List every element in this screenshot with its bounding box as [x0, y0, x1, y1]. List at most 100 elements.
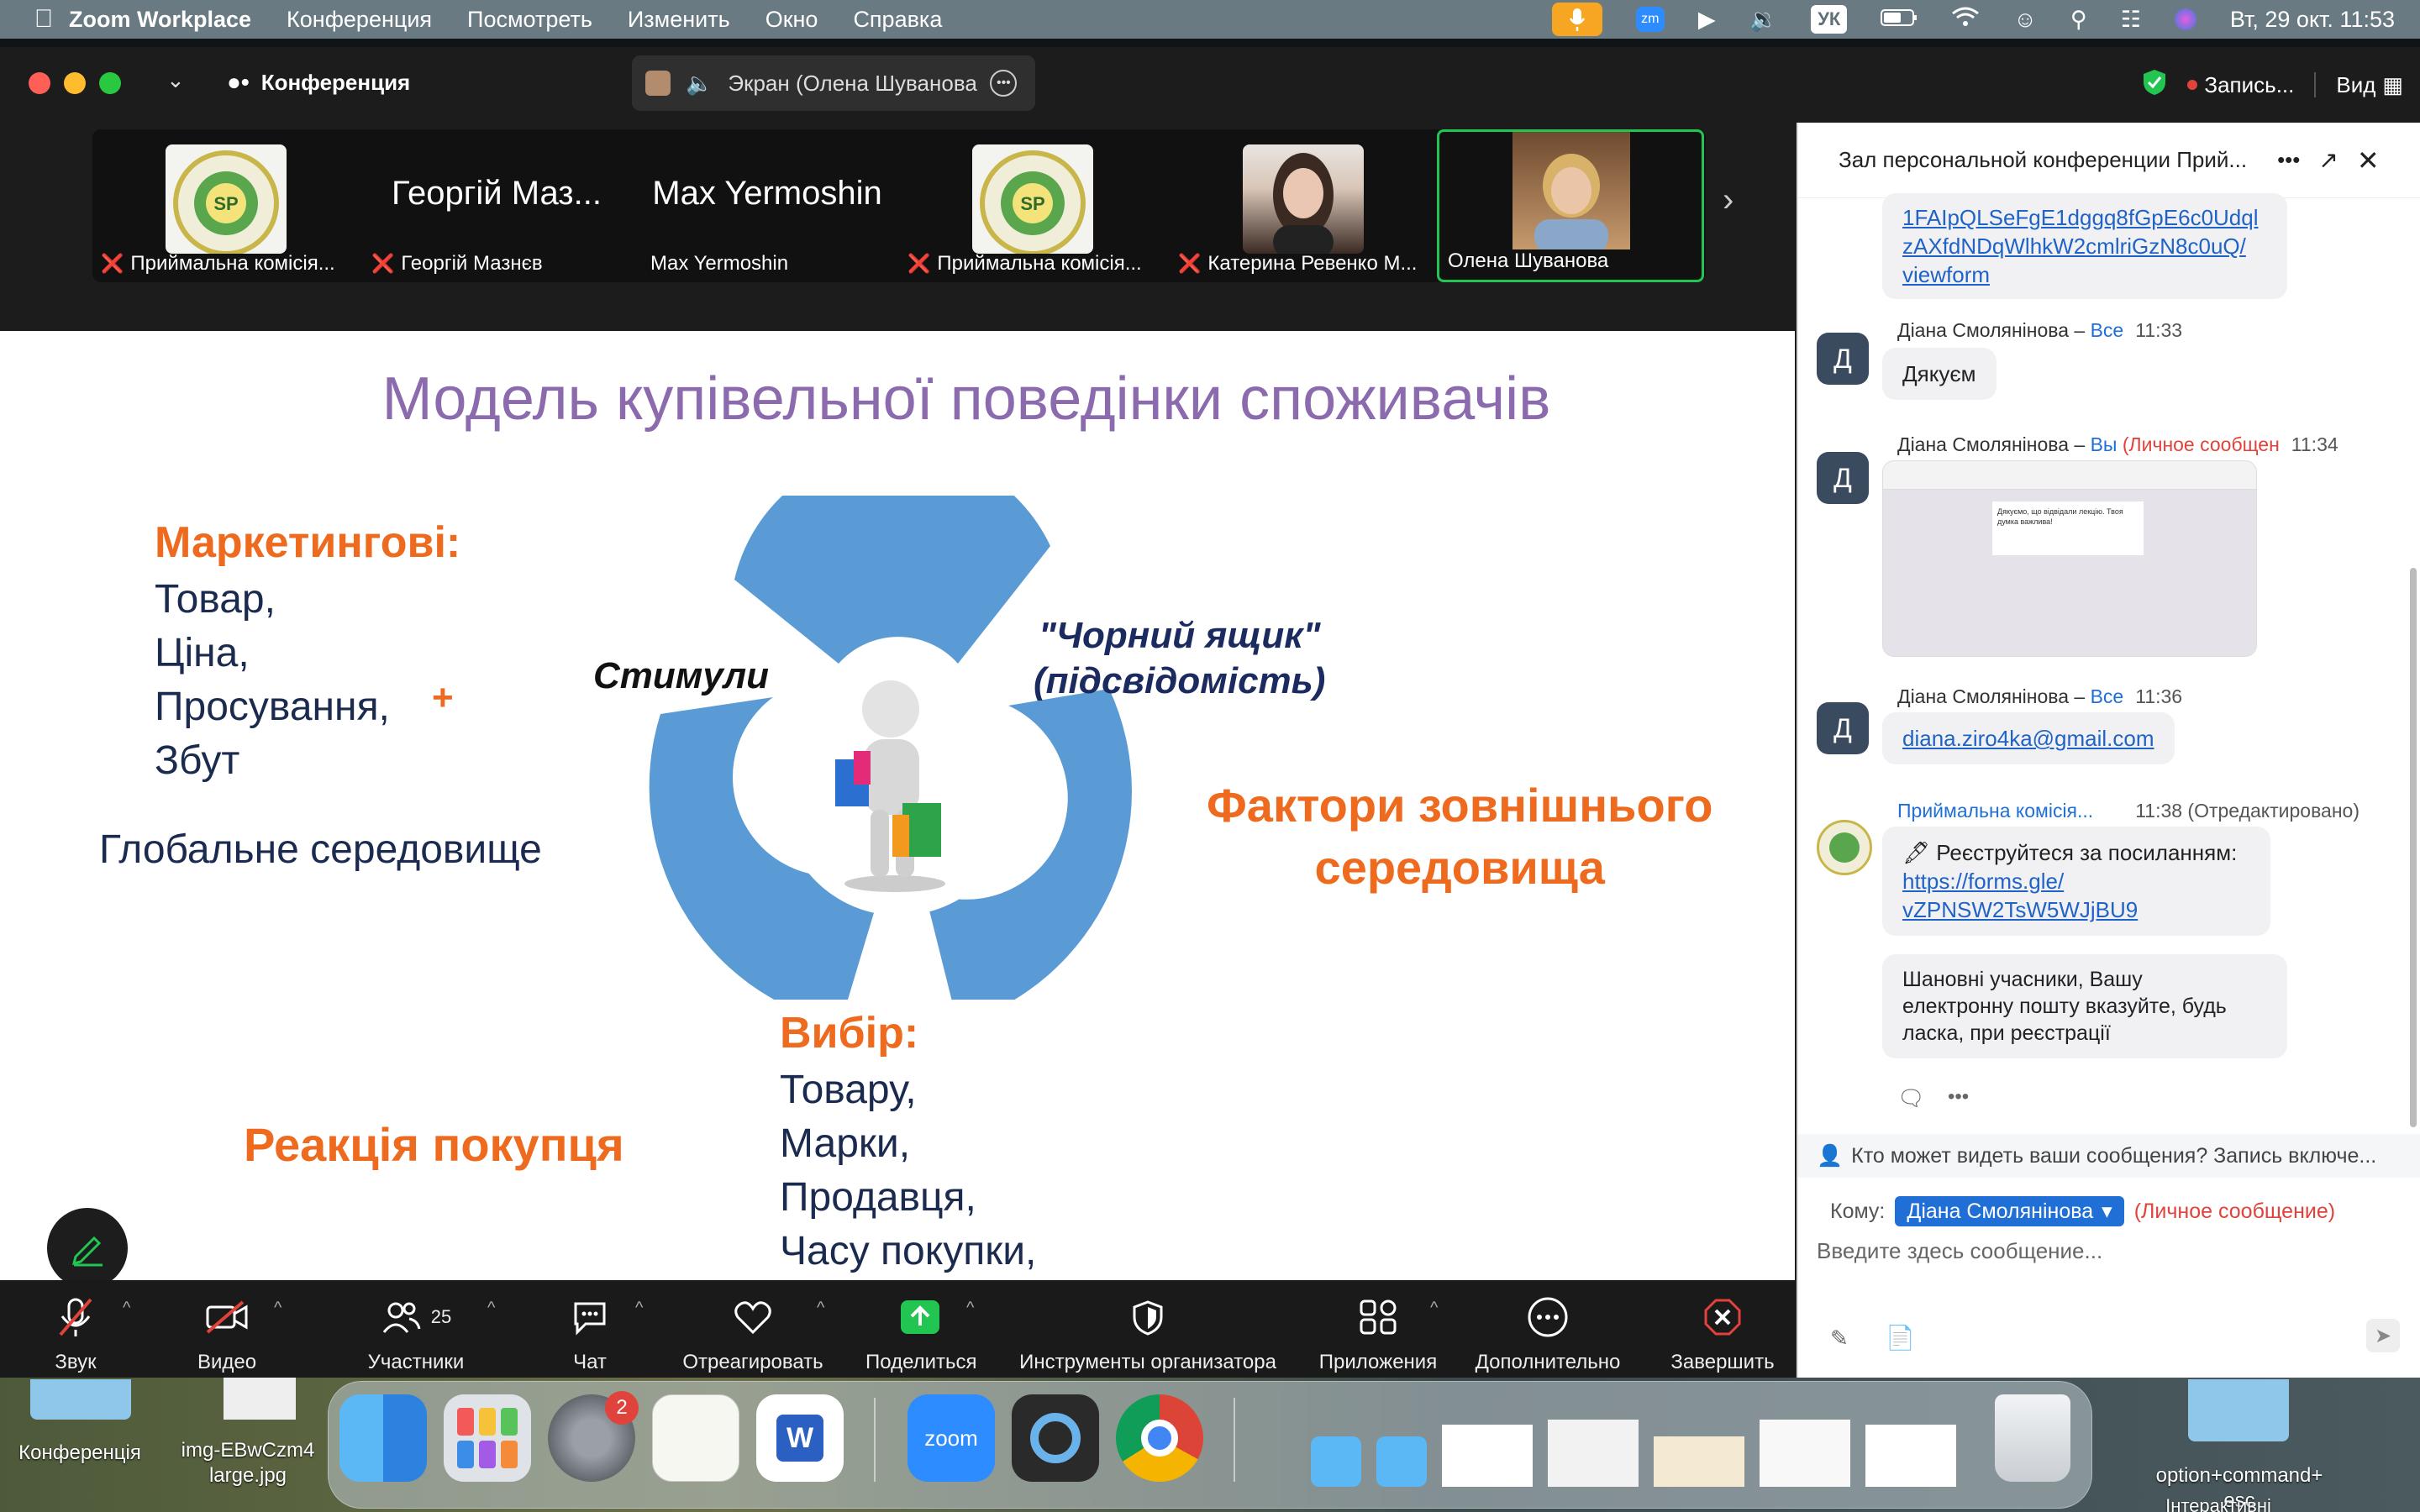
minimized-window[interactable] — [1442, 1425, 1533, 1487]
screen-share-indicator[interactable]: 🔈 Экран (Олена Шуванова ••• — [632, 55, 1035, 111]
video-options-caret[interactable]: ^ — [274, 1299, 281, 1318]
keyboard-layout-indicator[interactable]: УК — [1811, 5, 1848, 34]
participant-tile-active-speaker[interactable]: Олена Шуванова — [1437, 129, 1704, 282]
desktop-file-thumbnail[interactable] — [224, 1378, 296, 1420]
format-text-icon[interactable]: ✎ — [1830, 1326, 1849, 1352]
visibility-notice[interactable]: 👤 Кто может видеть ваши сообщения? Запис… — [1798, 1134, 2420, 1178]
participant-tile[interactable]: Георгій Маз... ❌ Георгій Мазнєв — [363, 129, 630, 282]
host-tools-button[interactable]: Инструменты организатора — [1005, 1295, 1291, 1374]
attach-file-icon[interactable]: 📄 — [1886, 1324, 1915, 1352]
participant-tile[interactable]: Max Yermoshin Max Yermoshin — [634, 129, 901, 282]
mic-status-icon[interactable] — [1551, 3, 1602, 36]
participant-name-text: Приймальна комісія... — [130, 252, 335, 275]
message-more-icon[interactable]: ••• — [1948, 1085, 1969, 1109]
minimized-window[interactable] — [1376, 1436, 1427, 1487]
desktop-folder-icon[interactable] — [2188, 1379, 2289, 1441]
more-options-icon[interactable]: ••• — [990, 70, 1018, 97]
participants-options-caret[interactable]: ^ — [487, 1299, 495, 1318]
play-icon[interactable]: ▶ — [1698, 7, 1716, 33]
gallery-next-arrow[interactable]: › — [1723, 181, 1733, 219]
menu-help[interactable]: Справка — [853, 7, 942, 33]
menu-edit[interactable]: Изменить — [628, 7, 730, 33]
siri-icon[interactable] — [2174, 8, 2196, 30]
desktop-folder-label[interactable]: Конференція — [0, 1441, 160, 1465]
desktop-file-label[interactable]: img-EBwCzm4 large.jpg — [168, 1438, 328, 1488]
view-button[interactable]: Вид ▦ — [2336, 72, 2403, 98]
shield-check-icon[interactable] — [2142, 68, 2167, 102]
desktop-folder-icon[interactable] — [30, 1379, 131, 1420]
close-window-button[interactable] — [29, 72, 50, 94]
chat-options-caret[interactable]: ^ — [635, 1299, 643, 1318]
react-button[interactable]: Отреагировать — [677, 1295, 829, 1374]
send-icon[interactable]: ➤ — [2366, 1319, 2400, 1352]
share-screen-button[interactable]: Поделиться — [865, 1295, 977, 1374]
registration-link[interactable]: https://forms.gle/ — [1902, 867, 2250, 895]
chrome-icon[interactable] — [1116, 1394, 1203, 1482]
audio-button[interactable]: Звук — [34, 1295, 118, 1374]
recipient-dropdown[interactable]: Діана Смолянінова ▾ — [1895, 1196, 2124, 1226]
finder-icon[interactable] — [339, 1394, 427, 1482]
participant-tile[interactable]: SP ❌ Приймальна комісія... — [92, 129, 360, 282]
word-icon[interactable]: W — [756, 1394, 844, 1482]
popout-icon[interactable]: ↗ — [2318, 146, 2338, 174]
maximize-window-button[interactable] — [99, 72, 121, 94]
minimized-window[interactable] — [1311, 1436, 1361, 1487]
participants-button[interactable]: 25 Участники — [353, 1295, 479, 1374]
control-center-icon[interactable]: ☷ — [2121, 7, 2141, 33]
apps-options-caret[interactable]: ^ — [1430, 1299, 1438, 1318]
participant-tile[interactable]: ❌ Катерина Ревенко М... — [1170, 129, 1437, 282]
menu-window[interactable]: Окно — [765, 7, 818, 33]
chat-image-attachment[interactable]: Дякуємо, що відвідали лекцію. Твоя думка… — [1882, 460, 2257, 657]
participant-tile[interactable]: SP ❌ Приймальна комісія... — [899, 129, 1166, 282]
react-options-caret[interactable]: ^ — [817, 1299, 824, 1318]
chevron-down-icon[interactable]: ⌄ — [166, 67, 185, 93]
chat-more-icon[interactable]: ••• — [2277, 147, 2300, 173]
more-button[interactable]: Дополнительно — [1464, 1295, 1632, 1374]
message-header: Діана Смолянінова – Все 11:36 — [1897, 685, 2182, 708]
annotate-button[interactable] — [47, 1208, 128, 1289]
menubar-clock[interactable]: Вт, 29 окт. 11:53 — [2230, 7, 2395, 33]
share-options-caret[interactable]: ^ — [966, 1299, 974, 1318]
shopper-figure — [835, 680, 945, 892]
minimize-window-button[interactable] — [64, 72, 86, 94]
end-meeting-button[interactable]: Завершить — [1664, 1295, 1781, 1374]
chat-scrollbar[interactable] — [2410, 568, 2417, 1127]
registration-link[interactable]: vZPNSW2TsW5WJjBU9 — [1902, 895, 2250, 924]
user-icon[interactable]: ☺ — [2013, 7, 2037, 33]
minimized-window[interactable] — [1654, 1436, 1744, 1487]
react-label: Отреагировать — [682, 1351, 823, 1373]
menu-conference[interactable]: Конференция — [287, 7, 432, 33]
trash-icon[interactable] — [1995, 1394, 2070, 1482]
email-link[interactable]: diana.ziro4ka@gmail.com — [1882, 712, 2175, 764]
volume-icon[interactable]: 🔉 — [1749, 6, 1778, 33]
launchpad-icon[interactable] — [444, 1394, 531, 1482]
close-chat-icon[interactable]: ✕ — [2357, 144, 2380, 176]
quicktime-icon[interactable] — [1012, 1394, 1099, 1482]
menu-app-name[interactable]: Zoom Workplace — [69, 7, 251, 33]
minimized-window-thumbnails[interactable] — [1311, 1403, 1983, 1487]
chat-link[interactable]: 1FAIpQLSeFgE1dggq8fGpE6c0Udql — [1902, 203, 2267, 232]
reply-icon[interactable]: 🗨 — [1897, 1085, 1925, 1111]
textedit-icon[interactable] — [652, 1394, 739, 1482]
chat-message-bubble: Шановні учасники, Вашу електронну пошту … — [1882, 954, 2287, 1058]
black-box-label: "Чорний ящик" (підсвідомість) — [1034, 613, 1325, 704]
minimized-window[interactable] — [1760, 1420, 1850, 1487]
apps-button[interactable]: Приложения — [1311, 1295, 1445, 1374]
spotlight-search-icon[interactable]: ⚲ — [2070, 7, 2087, 33]
chat-link[interactable]: viewform — [1902, 260, 2267, 289]
minimized-window[interactable] — [1865, 1425, 1956, 1487]
chat-link[interactable]: zAXfdNDqWlhkW2cmlriGzN8c0uQ/ — [1902, 232, 2267, 260]
wifi-icon[interactable] — [1951, 6, 1980, 34]
minimized-window[interactable] — [1548, 1420, 1639, 1487]
menu-view[interactable]: Посмотреть — [467, 7, 592, 33]
zoom-app-icon[interactable]: zoom — [908, 1394, 995, 1482]
message-input[interactable]: Введите здесь сообщение... — [1817, 1238, 2405, 1280]
battery-icon[interactable] — [1881, 7, 1918, 33]
audio-options-caret[interactable]: ^ — [123, 1299, 130, 1318]
zoom-menubar-icon[interactable]: zm — [1635, 7, 1665, 32]
apple-icon[interactable]:  — [18, 5, 69, 34]
chat-button[interactable]: Чат — [555, 1295, 625, 1374]
recording-indicator[interactable]: Запись... — [2187, 72, 2294, 98]
video-button[interactable]: Видео — [185, 1295, 269, 1374]
muted-mic-icon: ❌ — [101, 253, 124, 274]
